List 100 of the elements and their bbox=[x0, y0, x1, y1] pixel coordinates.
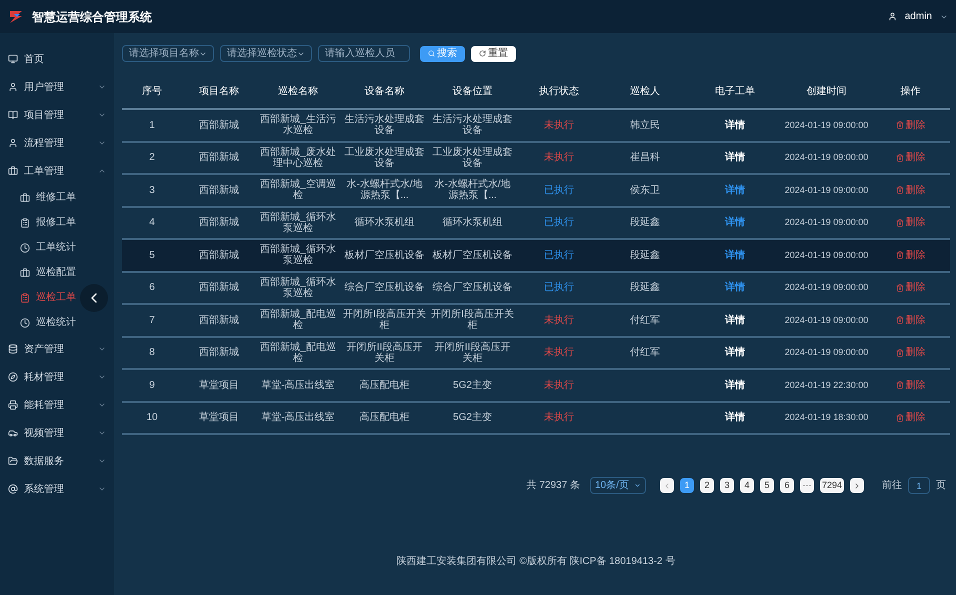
table-cell-text: 西部新城 bbox=[198, 184, 240, 196]
table-cell-text: 西部新城 bbox=[198, 152, 240, 164]
detail-link[interactable]: 详情 bbox=[725, 347, 745, 358]
submenu-item[interactable]: 巡检工单 bbox=[0, 285, 114, 310]
table-cell-text: 西部新城_循环水泵巡检 bbox=[259, 276, 337, 299]
submenu-item[interactable]: 报修工单 bbox=[0, 210, 114, 235]
column-header: 项目名称 bbox=[198, 84, 240, 98]
submenu-item[interactable]: 巡检配置 bbox=[0, 260, 114, 285]
table-cell-text: 高压配电柜 bbox=[358, 412, 410, 424]
table-cell-text: 西部新城 bbox=[198, 314, 240, 326]
select-field[interactable]: 请选择项目名称 bbox=[122, 45, 214, 62]
sidebar-item[interactable]: 系统管理 bbox=[0, 475, 114, 503]
page-button[interactable]: ··· bbox=[800, 478, 814, 493]
sidebar-item[interactable]: 工单管理 bbox=[0, 157, 114, 185]
table-cell-text: 西部新城 bbox=[198, 120, 240, 131]
table-cell-text: 2024-01-19 09:00:00 bbox=[784, 152, 870, 164]
detail-link[interactable]: 详情 bbox=[725, 380, 745, 391]
search-icon bbox=[428, 50, 435, 57]
detail-link[interactable]: 详情 bbox=[725, 250, 745, 261]
caret-icon bbox=[98, 111, 106, 119]
table-cell-text: 西部新城 bbox=[198, 347, 240, 358]
table-cell-text: 综合厂空压机设备 bbox=[432, 282, 514, 294]
submenu-item[interactable]: 巡检统计 bbox=[0, 310, 114, 335]
table-cell-text: 生活污水处理成套设备 bbox=[344, 114, 426, 136]
prev-page-button[interactable] bbox=[660, 478, 674, 493]
table-cell-text: 西部新城_空调巡检 bbox=[259, 179, 337, 202]
table-cell-text: 段延鑫 bbox=[629, 250, 661, 261]
table-row[interactable]: 7 西部新城 西部新城_配电巡检 开闭所I段高压开关柜 开闭所I段高压开关柜 未执行 付红军 详情 2024-01-19 09:00:00 删除 bbox=[122, 305, 950, 338]
table-cell-text: 10 bbox=[145, 412, 159, 424]
sidebar-item[interactable]: 耗材管理 bbox=[0, 363, 114, 391]
page-button[interactable]: 6 bbox=[780, 478, 794, 493]
caret-icon bbox=[98, 373, 106, 381]
delete-button[interactable]: 删除 bbox=[896, 250, 926, 261]
page-size-select[interactable]: 10条/页 bbox=[590, 477, 646, 494]
logo-icon bbox=[8, 10, 24, 24]
table-cell-text: 4 bbox=[148, 217, 156, 228]
column-header: 巡检人 bbox=[629, 84, 661, 98]
select-field[interactable]: 请选择巡检状态 bbox=[220, 45, 312, 62]
table-cell-text: 2024-01-19 09:00:00 bbox=[784, 120, 870, 131]
column-header: 执行状态 bbox=[538, 84, 580, 98]
table-cell-text: 段延鑫 bbox=[629, 217, 661, 228]
column-header: 创建时间 bbox=[806, 84, 848, 98]
sidebar-item[interactable]: 能耗管理 bbox=[0, 391, 114, 419]
table-cell-text: 1 bbox=[148, 120, 156, 131]
column-header: 设备名称 bbox=[364, 84, 406, 98]
caret-icon bbox=[634, 482, 641, 489]
status-text: 未执行 bbox=[543, 347, 575, 358]
table-cell-text: 段延鑫 bbox=[629, 282, 661, 294]
page-button[interactable]: 2 bbox=[700, 478, 714, 493]
sidebar-item[interactable]: 视频管理 bbox=[0, 419, 114, 447]
table-cell-text: 2024-01-19 09:00:00 bbox=[784, 250, 870, 261]
table-cell-text: 2024-01-19 09:00:00 bbox=[784, 217, 870, 228]
menu-icon bbox=[20, 192, 30, 202]
table-cell-text: 水-水螺杆式水/地源热泵【... bbox=[433, 179, 512, 202]
table-cell-text: 2024-01-19 22:30:00 bbox=[784, 380, 870, 391]
status-text: 已执行 bbox=[543, 282, 575, 294]
detail-link[interactable]: 详情 bbox=[725, 217, 745, 228]
detail-link[interactable]: 详情 bbox=[725, 152, 745, 164]
page-button[interactable]: 7294 bbox=[820, 478, 844, 493]
detail-link[interactable]: 详情 bbox=[725, 282, 745, 294]
table-row[interactable]: 3 西部新城 西部新城_空调巡检 水-水螺杆式水/地源热泵【... 水-水螺杆式水/地源热泵【... 已执行 侯东卫 详情 2024-01-19 09:00:00 删除 bbox=[122, 175, 950, 208]
goto-page-input[interactable]: 1 bbox=[908, 477, 930, 494]
status-text: 已执行 bbox=[543, 184, 575, 196]
sidebar-item[interactable]: 流程管理 bbox=[0, 129, 114, 157]
table-cell-text: 水-水螺杆式水/地源热泵【... bbox=[345, 179, 424, 202]
page-button[interactable]: 3 bbox=[720, 478, 734, 493]
next-page-button[interactable] bbox=[850, 478, 864, 493]
table-cell-text: 2024-01-19 09:00:00 bbox=[784, 347, 870, 358]
table-row[interactable]: 8 西部新城 西部新城_配电巡检 开闭所II段高压开关柜 开闭所II段高压开关柜 未执行 付红军 详情 2024-01-19 09:00:00 删除 bbox=[122, 338, 950, 370]
caret-icon bbox=[98, 401, 106, 409]
submenu-item[interactable]: 工单统计 bbox=[0, 235, 114, 260]
detail-link[interactable]: 详情 bbox=[725, 412, 745, 424]
sidebar-item[interactable]: 资产管理 bbox=[0, 335, 114, 363]
sidebar-item[interactable]: 首页 bbox=[0, 45, 114, 73]
table-row[interactable]: 1 西部新城 西部新城_生活污水巡检 生活污水处理成套设备 生活污水处理成套设备 未执行 韩立民 详情 2024-01-19 09:00:00 删除 bbox=[122, 110, 950, 142]
page-button[interactable]: 5 bbox=[760, 478, 774, 493]
table-cell-text: 9 bbox=[148, 380, 156, 391]
reset-button[interactable]: 重置 bbox=[471, 46, 516, 62]
table-cell-text: 开闭所II段高压开关柜 bbox=[346, 342, 424, 364]
table-row[interactable]: 10 草堂项目 草堂-高压出线室 高压配电柜 5G2主变 未执行 详情 2024-01-19 18:30:00 删除 bbox=[122, 402, 950, 435]
detail-link[interactable]: 详情 bbox=[725, 314, 745, 326]
trash-icon bbox=[896, 316, 904, 324]
menu-icon bbox=[20, 242, 30, 252]
submenu-item[interactable]: 维修工单 bbox=[0, 185, 114, 210]
table-cell-text: 付红军 bbox=[629, 347, 661, 358]
inspector-input[interactable]: 请输入巡检人员 bbox=[318, 45, 410, 62]
detail-link[interactable]: 详情 bbox=[725, 184, 745, 196]
status-text: 未执行 bbox=[543, 152, 575, 164]
sidebar-item[interactable]: 数据服务 bbox=[0, 447, 114, 475]
detail-link[interactable]: 详情 bbox=[725, 120, 745, 131]
table-row[interactable]: 2 西部新城 西部新城_废水处理中心巡检 工业废水处理成套设备 工业废水处理成套设备 未执行 崔昌科 详情 2024-01-19 09:00:00 删除 bbox=[122, 142, 950, 175]
menu-icon bbox=[20, 218, 30, 228]
table-cell-text: 付红军 bbox=[629, 314, 661, 326]
table-row[interactable]: 9 草堂项目 草堂-高压出线室 高压配电柜 5G2主变 未执行 详情 2024-01-19 22:30:00 删除 bbox=[122, 370, 950, 402]
table-cell-text: 开闭所I段高压开关柜 bbox=[430, 309, 515, 332]
page-button[interactable]: 4 bbox=[740, 478, 754, 493]
status-text: 未执行 bbox=[543, 120, 575, 131]
status-text: 已执行 bbox=[543, 217, 575, 228]
sidebar-item[interactable]: 用户管理 bbox=[0, 73, 114, 101]
sidebar-item[interactable]: 项目管理 bbox=[0, 101, 114, 129]
